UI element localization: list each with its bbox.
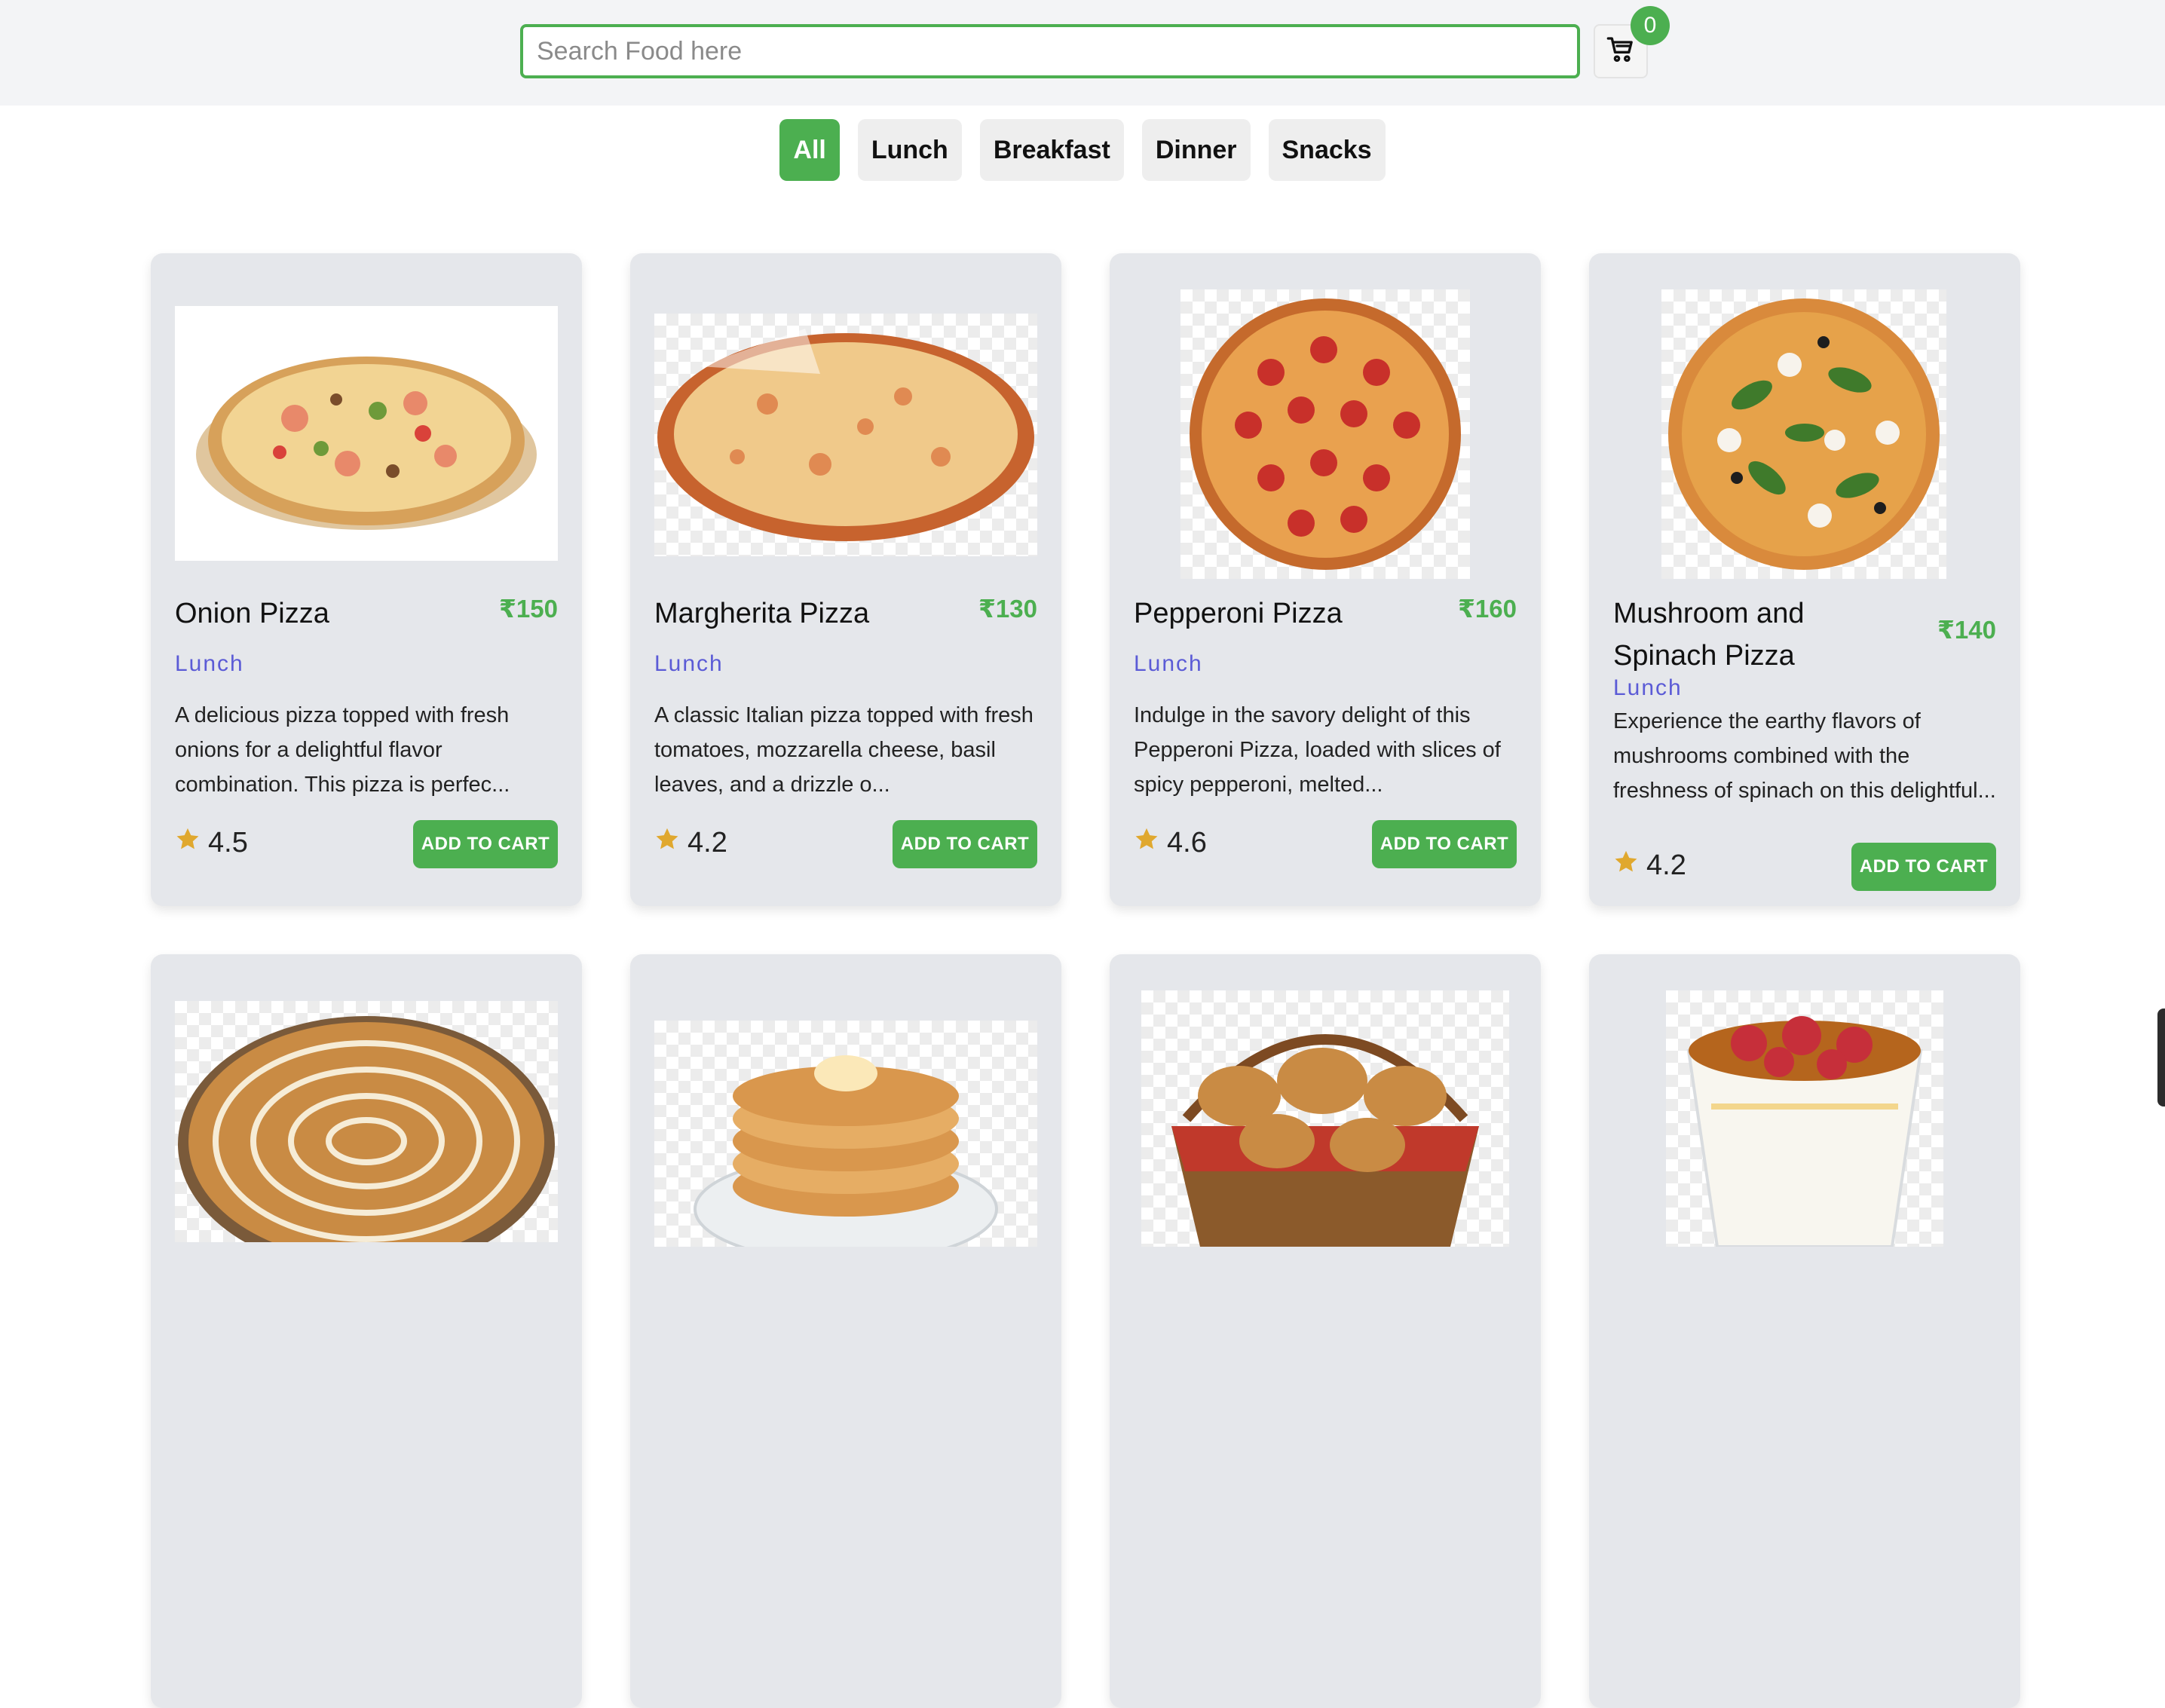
top-bar: 0 [0, 0, 2165, 106]
product-card: Mushroom and Spinach Pizza ₹140 Lunch Ex… [1589, 253, 2020, 906]
product-name: Pepperoni Pizza [1134, 598, 1343, 629]
pancakes-image [654, 1021, 1037, 1247]
product-price: ₹150 [498, 595, 558, 623]
filter-dinner[interactable]: Dinner [1141, 119, 1251, 181]
onion-pizza-image [175, 306, 558, 561]
product-description: Indulge in the savory delight of this Pe… [1134, 703, 1501, 797]
add-to-cart-button[interactable]: ADD TO CART [893, 820, 1037, 868]
filter-lunch[interactable]: Lunch [857, 119, 962, 181]
star-icon [654, 826, 680, 859]
product-card: Pepperoni Pizza ₹160 Lunch Indulge in th… [1110, 253, 1541, 906]
product-card: Margherita Pizza ₹130 Lunch A classic It… [630, 253, 1061, 906]
product-rating: 4.6 [1134, 826, 1207, 859]
rating-value: 4.2 [1646, 849, 1686, 881]
add-to-cart-button[interactable]: ADD TO CART [413, 820, 558, 868]
star-icon [175, 826, 201, 859]
chicken-pizza-image [175, 1001, 558, 1242]
product-category: Lunch [654, 651, 724, 676]
product-rating: 4.5 [175, 826, 248, 859]
cart-icon [1606, 35, 1636, 69]
product-category: Lunch [1134, 651, 1203, 676]
product-card [630, 954, 1061, 1708]
product-card [1110, 954, 1541, 1708]
product-rating: 4.2 [654, 826, 727, 859]
product-name: Mushroom and Spinach Pizza [1613, 598, 1805, 672]
cart-count-badge: 0 [1631, 6, 1670, 45]
add-to-cart-button[interactable]: ADD TO CART [1372, 820, 1517, 868]
product-price: ₹140 [1937, 616, 1996, 644]
product-description: A classic Italian pizza topped with fres… [654, 703, 1034, 797]
rating-value: 4.6 [1167, 826, 1207, 859]
product-grid: Onion Pizza ₹150 Lunch A delicious pizza… [151, 253, 2022, 1708]
product-rating: 4.2 [1613, 849, 1686, 882]
scrollbar-handle[interactable] [2157, 1009, 2165, 1107]
add-to-cart-button[interactable]: ADD TO CART [1851, 843, 1996, 891]
search-input[interactable] [520, 24, 1580, 78]
product-price: ₹130 [978, 595, 1037, 623]
product-card [1589, 954, 2020, 1708]
product-description: A delicious pizza topped with fresh onio… [175, 703, 510, 797]
pepperoni-pizza-image [1180, 289, 1470, 579]
yogurt-parfait-image [1666, 990, 1943, 1247]
filter-all[interactable]: All [779, 119, 840, 181]
filter-breakfast[interactable]: Breakfast [979, 119, 1124, 181]
pastry-basket-image [1141, 990, 1509, 1247]
category-filters: All Lunch Breakfast Dinner Snacks [0, 119, 2165, 181]
product-card [151, 954, 582, 1708]
rating-value: 4.2 [687, 826, 727, 859]
product-description: Experience the earthy flavors of mushroo… [1613, 709, 1996, 803]
filter-snacks[interactable]: Snacks [1268, 119, 1386, 181]
product-name: Margherita Pizza [654, 598, 870, 629]
star-icon [1134, 826, 1159, 859]
margherita-pizza-image [654, 314, 1037, 556]
product-price: ₹160 [1457, 595, 1517, 623]
product-card: Onion Pizza ₹150 Lunch A delicious pizza… [151, 253, 582, 906]
mushroom-spinach-pizza-image [1661, 289, 1946, 579]
star-icon [1613, 849, 1639, 882]
product-category: Lunch [1613, 675, 1683, 700]
product-name: Onion Pizza [175, 598, 329, 629]
product-category: Lunch [175, 651, 244, 676]
rating-value: 4.5 [208, 826, 248, 859]
